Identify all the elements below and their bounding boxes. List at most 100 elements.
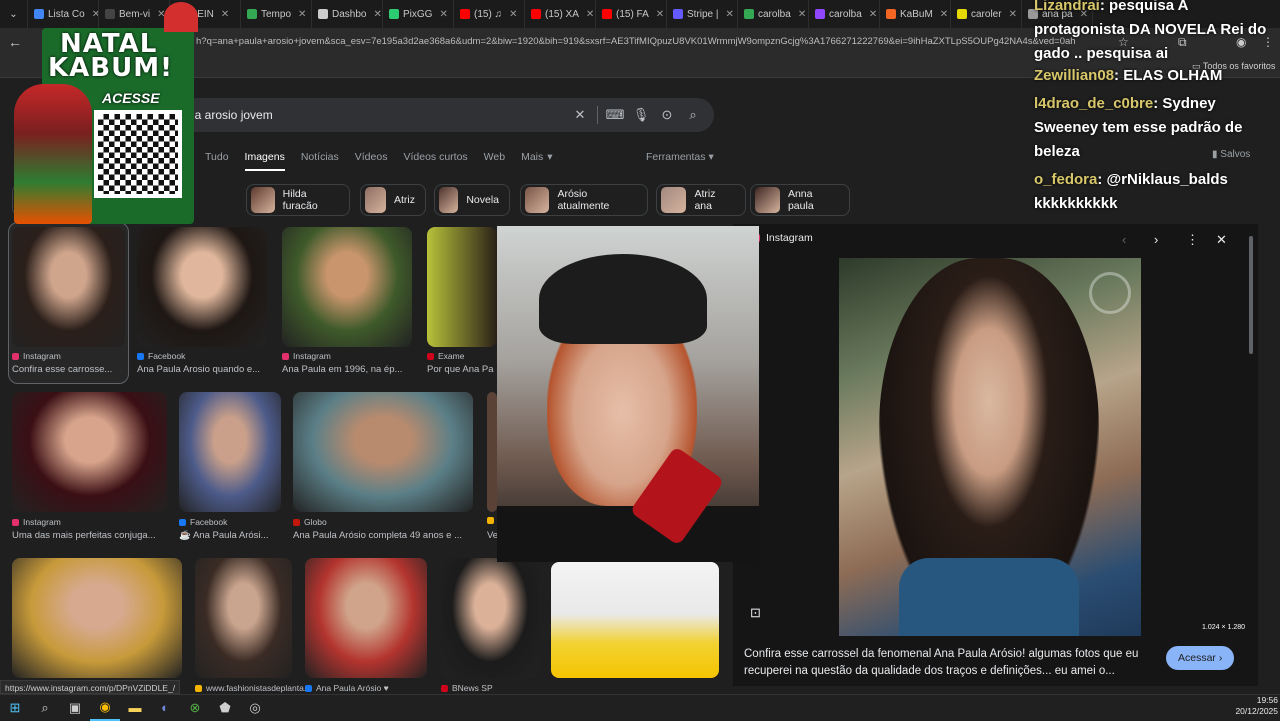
tab-close-icon[interactable]: ✕ [373, 9, 381, 20]
result-caption[interactable]: Por que Ana Pa [427, 364, 497, 375]
address-bar[interactable]: h?q=ana+paula+arosio+jovem&sca_esv=7e195… [196, 36, 1076, 47]
result-source[interactable]: Instagram [12, 517, 61, 527]
related-chip[interactable]: Anna paula [750, 184, 850, 216]
tab-close-icon[interactable]: ✕ [509, 9, 517, 20]
more-options-icon[interactable]: ⋮ [1186, 232, 1199, 248]
preview-image[interactable] [839, 258, 1141, 636]
browser-tab[interactable]: Stripe | ✕ [667, 0, 738, 28]
tools-dropdown[interactable]: Ferramentas ▾ [646, 151, 714, 163]
result-image[interactable] [12, 558, 182, 678]
preview-scrollbar[interactable] [1249, 236, 1253, 354]
tab-close-icon[interactable]: ✕ [586, 9, 594, 20]
close-preview-icon[interactable]: ✕ [1216, 232, 1227, 248]
chevron-down-icon: ▾ [547, 151, 553, 163]
result-image[interactable] [487, 392, 497, 512]
browser-tab[interactable]: (15) ♫ ✕ [454, 0, 525, 28]
tab-close-icon[interactable]: ✕ [439, 9, 447, 20]
next-icon[interactable]: › [1154, 232, 1158, 247]
lens-icon[interactable]: ⊙ [654, 107, 680, 123]
result-source[interactable]: Instagram [12, 351, 61, 361]
tab-close-icon[interactable]: ✕ [798, 9, 806, 20]
related-chip[interactable]: Hilda furacão [246, 184, 350, 216]
browser-tab[interactable]: (15) FA ✕ [596, 0, 667, 28]
related-chip[interactable]: Atriz ana [656, 184, 746, 216]
result-image[interactable] [137, 227, 267, 347]
result-source[interactable]: Ana Paula Arósio ♥ [305, 683, 389, 693]
tab-close-icon[interactable]: ✕ [726, 9, 734, 20]
prev-icon[interactable]: ‹ [1122, 232, 1126, 247]
visit-button[interactable]: Acessar › [1166, 646, 1235, 670]
system-clock[interactable]: 19:56 20/12/2025 [1222, 695, 1278, 717]
result-image[interactable] [282, 227, 412, 347]
shield-icon[interactable]: ⬟ [210, 695, 240, 721]
result-source[interactable]: www.fashionistasdeplanta... [195, 683, 311, 693]
result-caption[interactable]: Uma das mais perfeitas conjuga... [12, 530, 167, 541]
chrome-icon[interactable]: ◉ [90, 695, 120, 721]
browser-tab[interactable]: KaBuM ✕ [880, 0, 951, 28]
result-image[interactable] [441, 558, 539, 678]
result-caption[interactable]: Ana Paula em 1996, na ép... [282, 364, 412, 375]
related-chip[interactable]: Arósio atualmente [520, 184, 648, 216]
result-source[interactable]: Facebook [137, 351, 185, 361]
browser-tab[interactable]: (15) XA ✕ [525, 0, 596, 28]
result-source[interactable]: Facebook [179, 517, 227, 527]
result-image[interactable] [427, 227, 497, 347]
xbox-icon[interactable]: ⊗ [180, 695, 210, 721]
browser-tab[interactable]: caroler ✕ [951, 0, 1022, 28]
search-box[interactable]: la arosio jovem ✕ ⌨ 🎙 ⊙ ⌕ [150, 98, 714, 132]
mic-icon[interactable]: 🎙 [628, 107, 654, 123]
browser-tab[interactable]: Dashbo ✕ [312, 0, 383, 28]
keyboard-icon[interactable]: ⌨ [602, 107, 628, 123]
related-chip[interactable]: Novela [434, 184, 510, 216]
result-source[interactable]: Instagram [282, 351, 331, 361]
browser-tab[interactable]: carolba ✕ [738, 0, 809, 28]
tab-close-icon[interactable]: ✕ [940, 9, 948, 20]
search-taskbar-icon[interactable]: ⌕ [30, 695, 60, 721]
browser-tab[interactable]: PixGG ✕ [383, 0, 454, 28]
filter-tab[interactable]: Imagens [244, 151, 285, 171]
clear-icon[interactable]: ✕ [567, 107, 593, 123]
result-image[interactable] [305, 558, 427, 678]
filter-tab[interactable]: Mais [521, 151, 543, 171]
result-source[interactable]: Globo [293, 517, 327, 527]
result-image[interactable] [551, 562, 719, 678]
result-image[interactable] [12, 392, 167, 512]
result-caption[interactable]: ☕ Ana Paula Arósi... [179, 530, 281, 541]
tab-close-icon[interactable]: ✕ [221, 9, 229, 20]
tab-close-icon[interactable]: ✕ [656, 9, 664, 20]
browser-tab[interactable]: carolba ✕ [809, 0, 880, 28]
search-input[interactable]: la arosio jovem [192, 108, 567, 122]
result-image[interactable] [293, 392, 473, 512]
result-source[interactable]: Exame [427, 351, 464, 361]
filter-tab[interactable]: Vídeos curtos [403, 151, 467, 171]
browser-tab[interactable]: Bem-vi ✕ [99, 0, 170, 28]
start-icon[interactable]: ⊞ [0, 695, 30, 721]
result-caption[interactable]: Ana Paula Arósio completa 49 anos e ... [293, 530, 473, 541]
tab-menu-button[interactable]: ⌄ [0, 0, 28, 28]
browser-tab[interactable]: Lista Co ✕ [28, 0, 99, 28]
result-caption[interactable]: Ve [487, 530, 497, 541]
filter-tab[interactable]: Tudo [205, 151, 229, 171]
filter-tab[interactable]: Vídeos [355, 151, 388, 171]
result-source[interactable]: BNews SP [441, 683, 493, 693]
result-caption[interactable]: Ana Paula Arosio quando e... [137, 364, 267, 375]
task-view-icon[interactable]: ▣ [60, 695, 90, 721]
file-explorer-icon[interactable]: ▬ [120, 695, 150, 721]
related-chip[interactable]: Atriz [360, 184, 426, 216]
tab-close-icon[interactable]: ✕ [869, 9, 877, 20]
result-image[interactable] [179, 392, 281, 512]
search-icon[interactable]: ⌕ [680, 107, 706, 123]
filter-tab[interactable]: Web [484, 151, 505, 171]
tab-close-icon[interactable]: ✕ [1009, 9, 1017, 20]
tab-close-icon[interactable]: ✕ [92, 9, 98, 20]
result-caption[interactable]: Confira esse carrosse... [12, 364, 125, 375]
discord-icon[interactable]: ◐ [150, 695, 180, 721]
lens-search-icon[interactable]: ⊡ [750, 605, 761, 621]
filter-tab[interactable]: Notícias [301, 151, 339, 171]
result-image[interactable] [195, 558, 292, 678]
obs-icon[interactable]: ◎ [240, 695, 270, 721]
browser-tab[interactable]: Tempo ✕ [241, 0, 312, 28]
result-image[interactable] [12, 227, 125, 347]
preview-source[interactable]: Instagram [750, 232, 813, 244]
tab-close-icon[interactable]: ✕ [298, 9, 306, 20]
